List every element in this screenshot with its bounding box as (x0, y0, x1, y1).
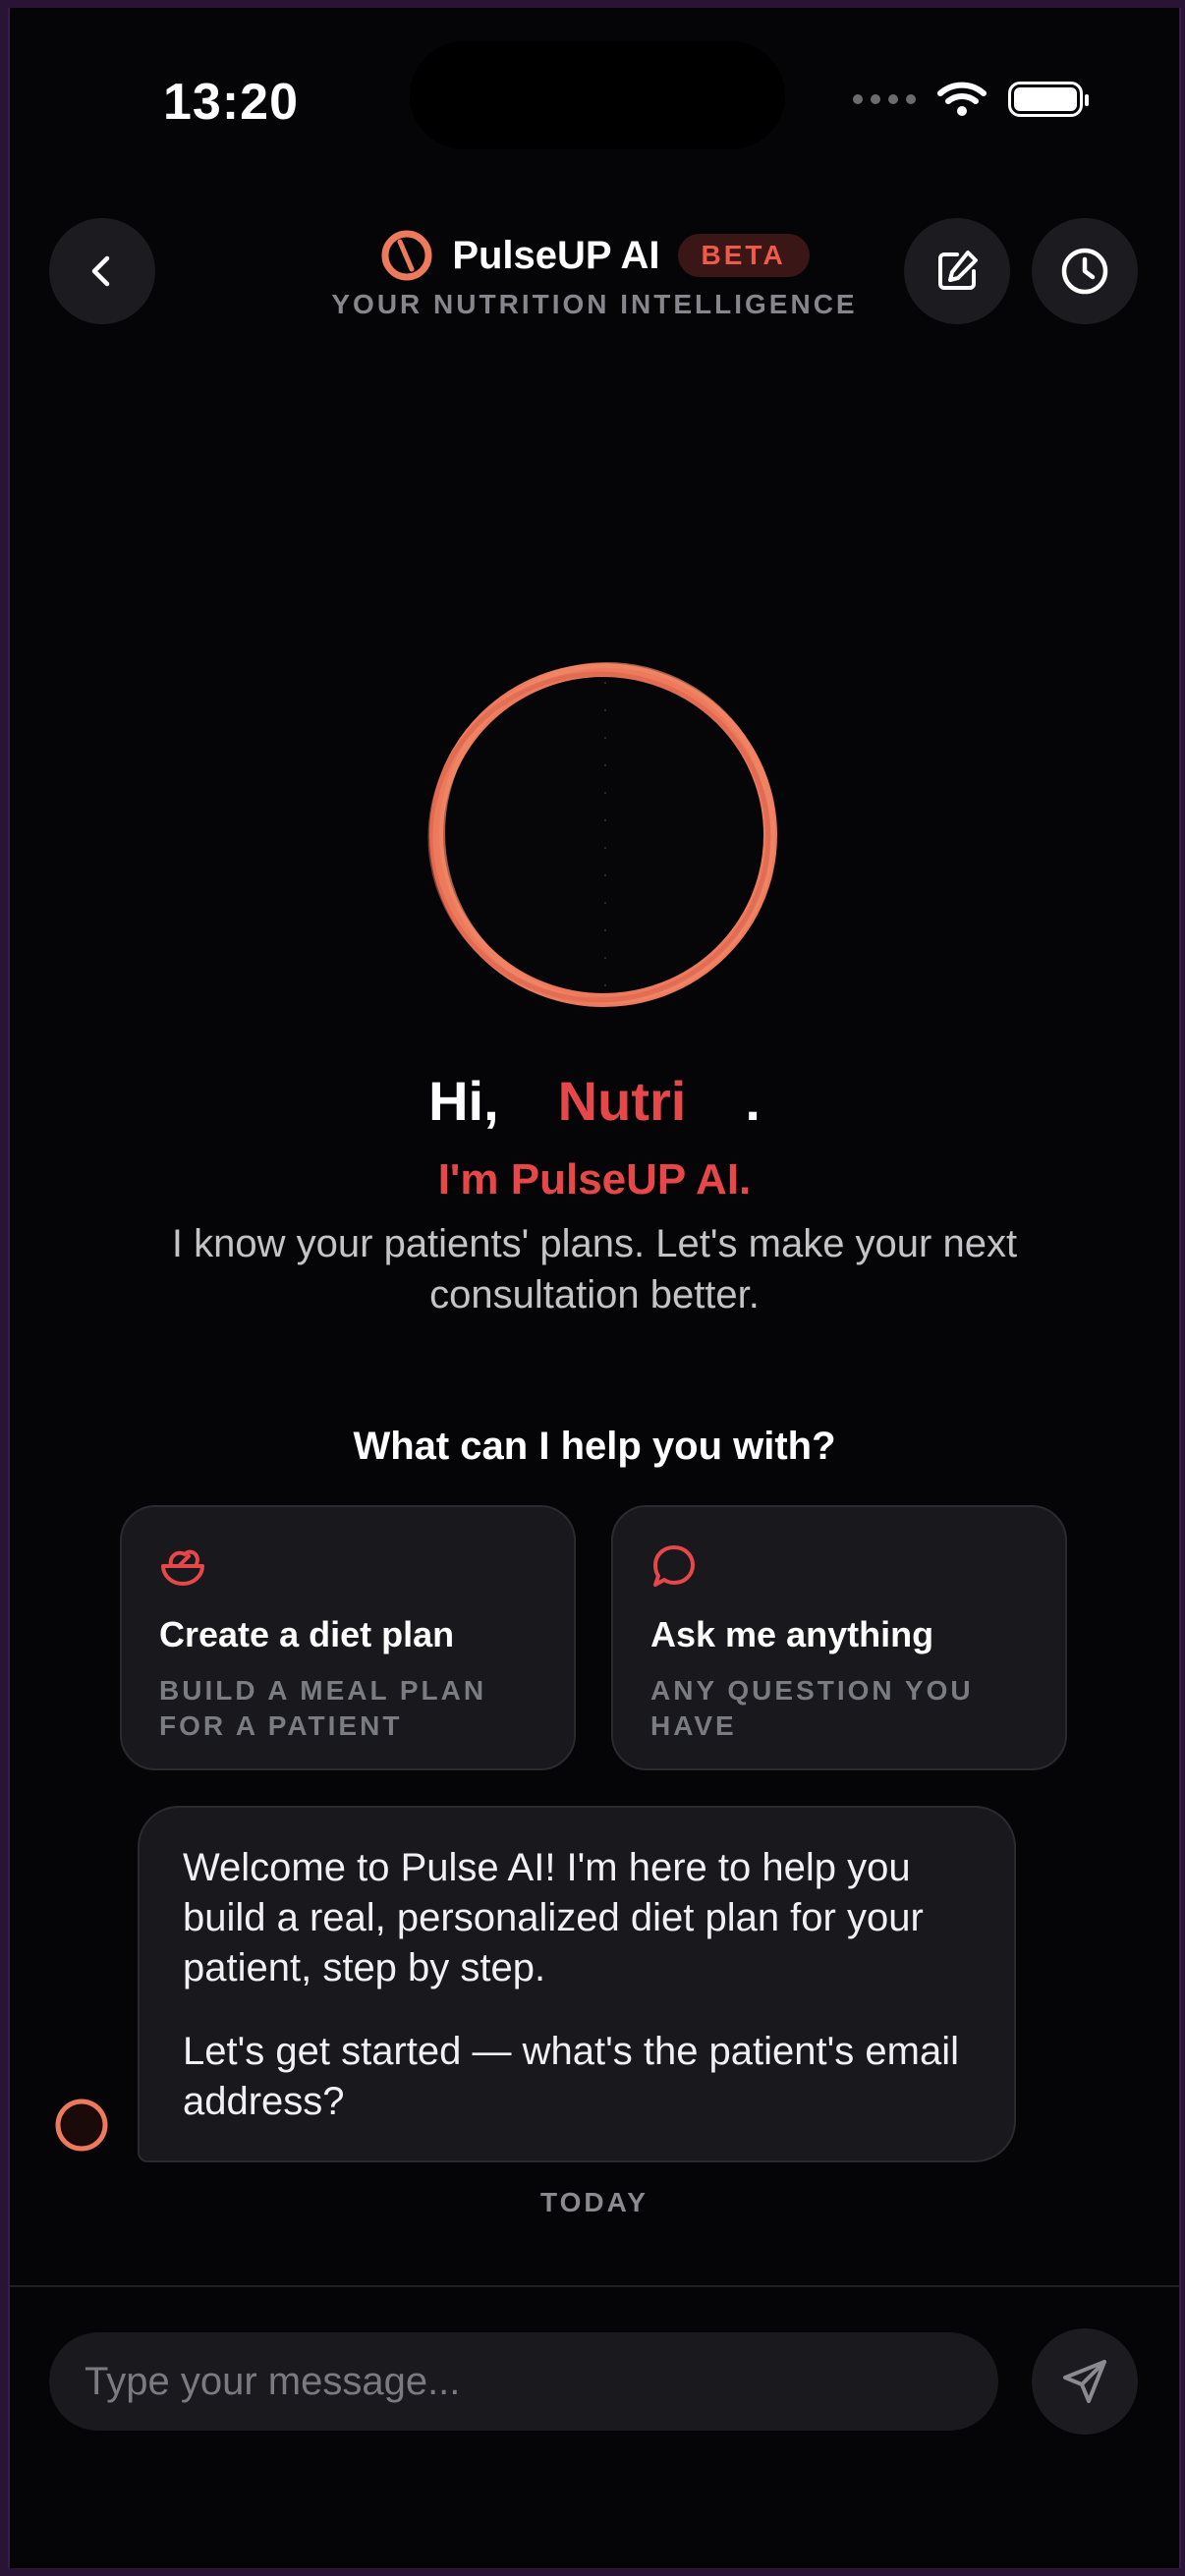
greeting-hi: Hi, (428, 1070, 499, 1132)
history-button[interactable] (1032, 218, 1138, 324)
message-paragraph: Let's get started — what's the patient's… (183, 2030, 959, 2123)
salad-bowl-icon (161, 1549, 204, 1586)
user-name: Nutri (557, 1070, 687, 1132)
clock-icon (1061, 248, 1108, 295)
dynamic-island (410, 41, 785, 149)
greeting-punct: . (745, 1070, 761, 1132)
ask-anything-card[interactable]: Ask me anything ANY QUESTION YOU HAVE (611, 1505, 1067, 1770)
wifi-icon (937, 82, 987, 116)
greeting: Hi, Nutri. (10, 1069, 1179, 1133)
card-title: Create a diet plan (159, 1614, 455, 1654)
card-subtitle: ANY QUESTION YOU HAVE (650, 1675, 974, 1741)
ai-orb-icon (427, 662, 777, 1007)
send-button[interactable] (1032, 2328, 1138, 2435)
status-time: 13:20 (163, 74, 299, 131)
message-paragraph: Welcome to Pulse AI! I'm here to help yo… (183, 1846, 924, 1989)
pulseup-logo-icon (381, 230, 432, 281)
send-icon (1063, 2360, 1106, 2403)
app-title: PulseUP AI (452, 233, 660, 277)
ai-description: I know your patients' plans. Let's make … (171, 1222, 1018, 1316)
message-input[interactable] (49, 2332, 998, 2431)
battery-icon (1008, 82, 1089, 117)
cellular-signal-icon (853, 94, 916, 104)
status-icons (853, 81, 1089, 118)
ai-intro: I'm PulseUP AI. (437, 1155, 752, 1204)
date-separator: TODAY (540, 2187, 649, 2217)
app-screen: 13:20 PulseUP AI BETA YOUR NUTRITION INT… (8, 8, 1181, 2568)
assistant-avatar-icon (55, 2099, 108, 2152)
create-diet-plan-card[interactable]: Create a diet plan BUILD A MEAL PLAN FOR… (120, 1505, 576, 1770)
edit-icon (938, 251, 978, 290)
chat-bubble-icon (653, 1545, 695, 1587)
beta-badge: BETA (677, 234, 810, 277)
composer-divider (10, 2285, 1179, 2287)
help-title: What can I help you with? (353, 1425, 836, 1468)
assistant-message: Welcome to Pulse AI! I'm here to help yo… (138, 1806, 1016, 2162)
card-title: Ask me anything (650, 1614, 934, 1654)
card-subtitle: BUILD A MEAL PLAN FOR A PATIENT (159, 1675, 487, 1741)
new-chat-button[interactable] (904, 218, 1010, 324)
